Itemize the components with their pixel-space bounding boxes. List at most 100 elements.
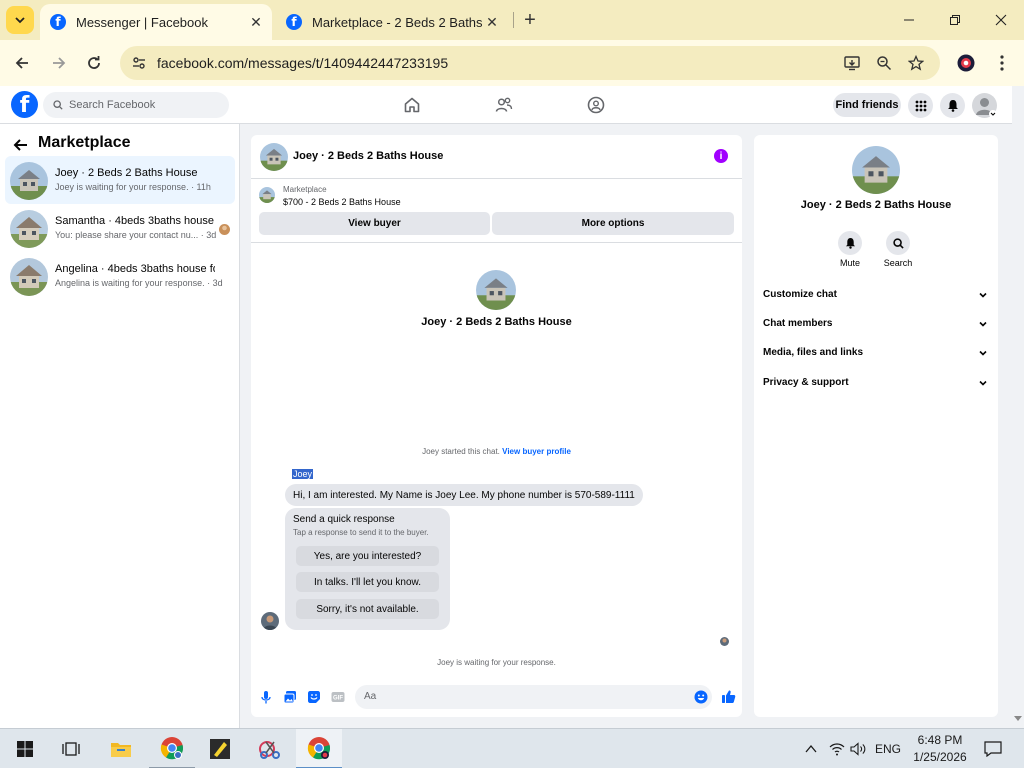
new-tab-button[interactable]: + bbox=[518, 8, 542, 32]
facebook-logo-icon[interactable]: f bbox=[11, 91, 38, 118]
restore-button[interactable] bbox=[932, 0, 978, 40]
seen-indicator-avatar bbox=[720, 637, 729, 646]
panel-title: Marketplace bbox=[38, 134, 131, 151]
info-icon[interactable]: i bbox=[714, 149, 728, 163]
chat-title[interactable]: Joey · 2 Beds 2 Baths House bbox=[293, 150, 443, 162]
conversation-item[interactable]: Joey · 2 Beds 2 Baths House Joey is wait… bbox=[5, 156, 235, 204]
chat-profile-avatar bbox=[476, 270, 516, 310]
browser-toolbar: facebook.com/messages/t/1409442447233195 bbox=[0, 40, 1024, 86]
chrome-taskbar-button[interactable] bbox=[149, 729, 195, 768]
back-button[interactable] bbox=[7, 48, 37, 78]
close-window-button[interactable] bbox=[978, 0, 1024, 40]
forward-button[interactable] bbox=[44, 48, 74, 78]
customize-chat-section[interactable]: Customize chat bbox=[754, 285, 998, 305]
quick-response-button[interactable]: Yes, are you interested? bbox=[296, 546, 439, 566]
facebook-search-input[interactable]: Search Facebook bbox=[43, 92, 229, 118]
back-arrow-icon[interactable] bbox=[12, 136, 30, 154]
tab-search-dropdown-button[interactable] bbox=[6, 6, 34, 34]
scroll-down-arrow-icon[interactable] bbox=[1012, 712, 1024, 724]
network-button[interactable] bbox=[826, 729, 848, 768]
volume-button[interactable] bbox=[848, 729, 870, 768]
message-bubble[interactable]: Hi, I am interested. My Name is Joey Lee… bbox=[285, 484, 643, 506]
snipping-tool-button[interactable] bbox=[247, 729, 293, 768]
chat-avatar[interactable] bbox=[260, 143, 288, 171]
profile-avatar bbox=[852, 146, 900, 194]
system-clock[interactable]: 6:48 PM 1/25/2026 bbox=[908, 732, 972, 766]
browser-tabstrip: f Messenger | Facebook ✕ f Marketplace -… bbox=[0, 0, 1024, 40]
conversation-preview: Joey is waiting for your response. · 11h bbox=[55, 182, 211, 192]
home-icon[interactable] bbox=[403, 96, 421, 114]
photo-icon[interactable] bbox=[283, 690, 297, 704]
chevron-down-icon bbox=[979, 321, 987, 327]
tab-messenger[interactable]: f Messenger | Facebook ✕ bbox=[40, 4, 272, 40]
quick-response-button[interactable]: Sorry, it's not available. bbox=[296, 599, 439, 619]
notification-icon bbox=[984, 741, 1002, 757]
tab-close-icon[interactable]: ✕ bbox=[246, 12, 266, 32]
sticky-notes-button[interactable] bbox=[197, 729, 243, 768]
conversation-preview: Angelina is waiting for your response. ·… bbox=[55, 278, 223, 288]
zoom-icon[interactable] bbox=[874, 53, 894, 73]
account-button[interactable] bbox=[972, 93, 997, 118]
start-button[interactable] bbox=[2, 729, 48, 768]
section-label: Chat members bbox=[763, 318, 833, 329]
quick-response-subtitle: Tap a response to send it to the buyer. bbox=[293, 528, 429, 537]
menu-button[interactable] bbox=[908, 93, 933, 118]
address-bar[interactable]: facebook.com/messages/t/1409442447233195 bbox=[120, 46, 940, 80]
view-buyer-button[interactable]: View buyer bbox=[259, 212, 490, 235]
url-text[interactable]: facebook.com/messages/t/1409442447233195 bbox=[157, 55, 448, 71]
language-indicator[interactable]: ENG bbox=[872, 729, 904, 768]
minimize-button[interactable] bbox=[886, 0, 932, 40]
reload-button[interactable] bbox=[79, 48, 109, 78]
search-icon bbox=[53, 100, 63, 110]
tab-close-icon[interactable]: ✕ bbox=[482, 12, 502, 32]
task-view-button[interactable] bbox=[48, 729, 94, 768]
emoji-icon[interactable] bbox=[694, 690, 708, 704]
site-settings-icon[interactable] bbox=[129, 53, 149, 73]
grid-menu-icon bbox=[915, 100, 926, 111]
folder-icon bbox=[111, 743, 131, 757]
search-in-chat-button[interactable]: Search bbox=[878, 231, 918, 268]
media-files-links-section[interactable]: Media, files and links bbox=[754, 343, 998, 363]
browser-menu-button[interactable] bbox=[987, 48, 1017, 78]
notification-center-button[interactable] bbox=[978, 729, 1008, 768]
sticker-icon[interactable] bbox=[307, 690, 321, 704]
conversation-item[interactable]: Samantha · 4beds 3baths house ... You: p… bbox=[5, 204, 235, 252]
chrome-profile-taskbar-button[interactable] bbox=[296, 729, 342, 768]
microphone-icon[interactable] bbox=[259, 690, 273, 704]
chevron-down-icon bbox=[979, 380, 987, 386]
quick-response-title: Send a quick response bbox=[293, 514, 395, 525]
gif-icon[interactable]: GIF bbox=[331, 690, 345, 704]
speaker-icon bbox=[850, 742, 866, 756]
listing-title: $700 - 2 Beds 2 Baths House bbox=[283, 197, 401, 207]
section-label: Media, files and links bbox=[763, 347, 864, 358]
quick-response-button[interactable]: In talks. I'll let you know. bbox=[296, 572, 439, 592]
more-options-button[interactable]: More options bbox=[492, 212, 734, 235]
privacy-support-section[interactable]: Privacy & support bbox=[754, 373, 998, 393]
conversation-item[interactable]: Angelina · 4beds 3baths house for... Ang… bbox=[5, 252, 235, 300]
bookmark-star-icon[interactable] bbox=[906, 53, 926, 73]
groups-icon[interactable] bbox=[587, 96, 605, 114]
notifications-button[interactable] bbox=[940, 93, 965, 118]
chevron-down-icon bbox=[979, 292, 987, 298]
friends-icon[interactable] bbox=[495, 96, 513, 114]
bell-icon bbox=[845, 237, 855, 249]
thumbs-up-icon[interactable] bbox=[721, 689, 736, 704]
file-explorer-button[interactable] bbox=[98, 729, 144, 768]
message-sender-name: Joey bbox=[292, 469, 314, 479]
mute-button[interactable]: Mute bbox=[830, 231, 870, 268]
conversation-name: Samantha · 4beds 3baths house ... bbox=[55, 215, 215, 227]
message-input[interactable]: Aa bbox=[355, 685, 712, 709]
view-buyer-profile-link[interactable]: View buyer profile bbox=[502, 447, 571, 456]
tab-marketplace[interactable]: f Marketplace - 2 Beds 2 Baths H ✕ bbox=[276, 4, 508, 40]
install-app-icon[interactable] bbox=[842, 53, 862, 73]
find-friends-button[interactable]: Find friends bbox=[833, 93, 901, 117]
svg-text:GIF: GIF bbox=[333, 696, 343, 702]
sticky-notes-icon bbox=[210, 739, 230, 759]
restore-icon bbox=[950, 15, 960, 25]
conversation-details-panel: Joey · 2 Beds 2 Baths House Mute Search … bbox=[754, 135, 998, 717]
tab-title: Messenger | Facebook bbox=[76, 14, 208, 30]
show-hidden-icons-button[interactable] bbox=[800, 729, 822, 768]
chat-members-section[interactable]: Chat members bbox=[754, 314, 998, 334]
profile-button[interactable] bbox=[951, 48, 981, 78]
profile-name: Joey · 2 Beds 2 Baths House bbox=[800, 199, 952, 211]
